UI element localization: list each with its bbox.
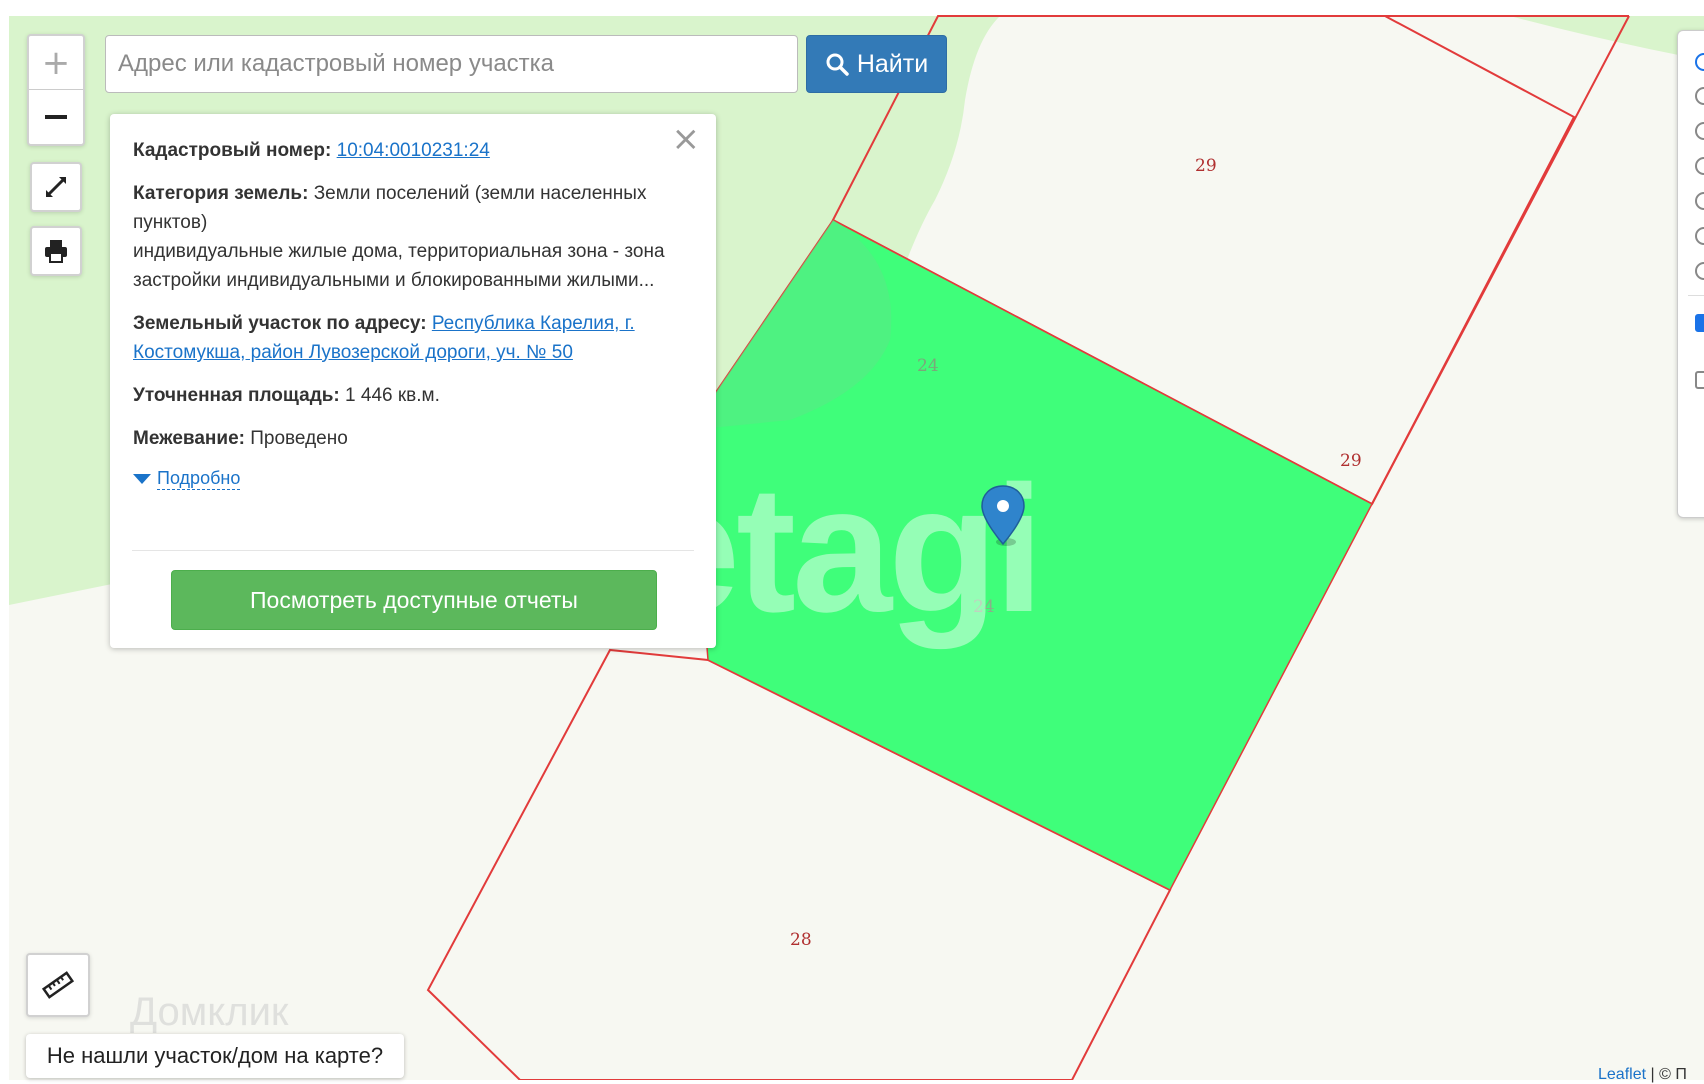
zoom-out-button[interactable] <box>29 90 83 143</box>
search-icon <box>826 53 849 76</box>
plot-label-24-top: 24 <box>917 356 939 376</box>
layer-radio-1[interactable] <box>1695 53 1704 71</box>
zoom-in-button[interactable]: + <box>29 36 83 90</box>
address-row: Земельный участок по адресу: Республика … <box>133 309 688 367</box>
plot-label-29-top: 29 <box>1195 156 1217 176</box>
layers-separator <box>1688 295 1704 296</box>
minus-icon <box>45 114 67 119</box>
attribution-rest: | © П <box>1646 1066 1687 1083</box>
layer-radio-5[interactable] <box>1695 192 1704 210</box>
area-label: Уточненная площадь: <box>133 385 340 406</box>
more-details-link[interactable]: Подробно <box>157 467 241 490</box>
map-attribution: Leaflet | © П <box>1598 1066 1687 1084</box>
view-reports-button[interactable]: Посмотреть доступные отчеты <box>171 570 657 630</box>
popup-divider <box>132 550 694 551</box>
layer-radio-6[interactable] <box>1695 227 1704 245</box>
cadastral-link[interactable]: 10:04:0010231:24 <box>337 140 490 161</box>
layer-radio-7[interactable] <box>1695 262 1704 280</box>
layer-radio-3[interactable] <box>1695 122 1704 140</box>
ruler-icon <box>42 971 74 999</box>
close-icon[interactable]: × <box>672 122 701 156</box>
find-button-label: Найти <box>856 49 929 78</box>
cadastral-row: Кадастровый номер: 10:04:0010231:24 <box>133 136 688 165</box>
survey-label: Межевание: <box>133 428 245 449</box>
not-found-button[interactable]: Не нашли участок/дом на карте? <box>26 1034 404 1078</box>
more-details-toggle[interactable]: Подробно <box>133 467 688 490</box>
fullscreen-button[interactable] <box>30 162 82 212</box>
layer-radio-2[interactable] <box>1695 87 1704 105</box>
area-row: Уточненная площадь: 1 446 кв.м. <box>133 381 688 410</box>
map-left-edge <box>0 0 9 1080</box>
usage-text: индивидуальные жилые дома, территориальн… <box>133 241 665 291</box>
address-label: Земельный участок по адресу: <box>133 313 427 334</box>
zoom-control: + <box>27 34 85 146</box>
plus-icon: + <box>41 42 71 83</box>
caret-down-icon <box>133 473 151 484</box>
category-row: Категория земель: Земли поселений (земли… <box>133 179 688 295</box>
category-label: Категория земель: <box>133 183 309 204</box>
cadastral-label: Кадастровый номер: <box>133 140 332 161</box>
expand-icon <box>46 177 66 197</box>
domclick-watermark: Домклик <box>130 990 289 1034</box>
measure-button[interactable] <box>26 953 90 1017</box>
print-button[interactable] <box>30 226 82 276</box>
overlay-checkbox-2[interactable] <box>1695 371 1704 389</box>
map-marker-icon[interactable] <box>978 484 1028 554</box>
survey-row: Межевание: Проведено <box>133 424 688 453</box>
leaflet-link[interactable]: Leaflet <box>1598 1066 1646 1083</box>
area-value: 1 446 кв.м. <box>345 385 440 406</box>
layer-radio-4[interactable] <box>1695 157 1704 175</box>
layers-panel <box>1677 30 1704 518</box>
plot-label-29-right: 29 <box>1340 451 1362 471</box>
plot-label-28: 28 <box>790 930 812 950</box>
overlay-checkbox-1[interactable] <box>1695 314 1704 332</box>
find-button[interactable]: Найти <box>806 35 947 93</box>
printer-icon <box>45 240 67 263</box>
survey-value: Проведено <box>250 428 348 449</box>
search-input[interactable] <box>105 35 798 93</box>
plot-info-popup: × Кадастровый номер: 10:04:0010231:24 Ка… <box>110 114 716 648</box>
map-top-edge <box>0 0 1704 16</box>
